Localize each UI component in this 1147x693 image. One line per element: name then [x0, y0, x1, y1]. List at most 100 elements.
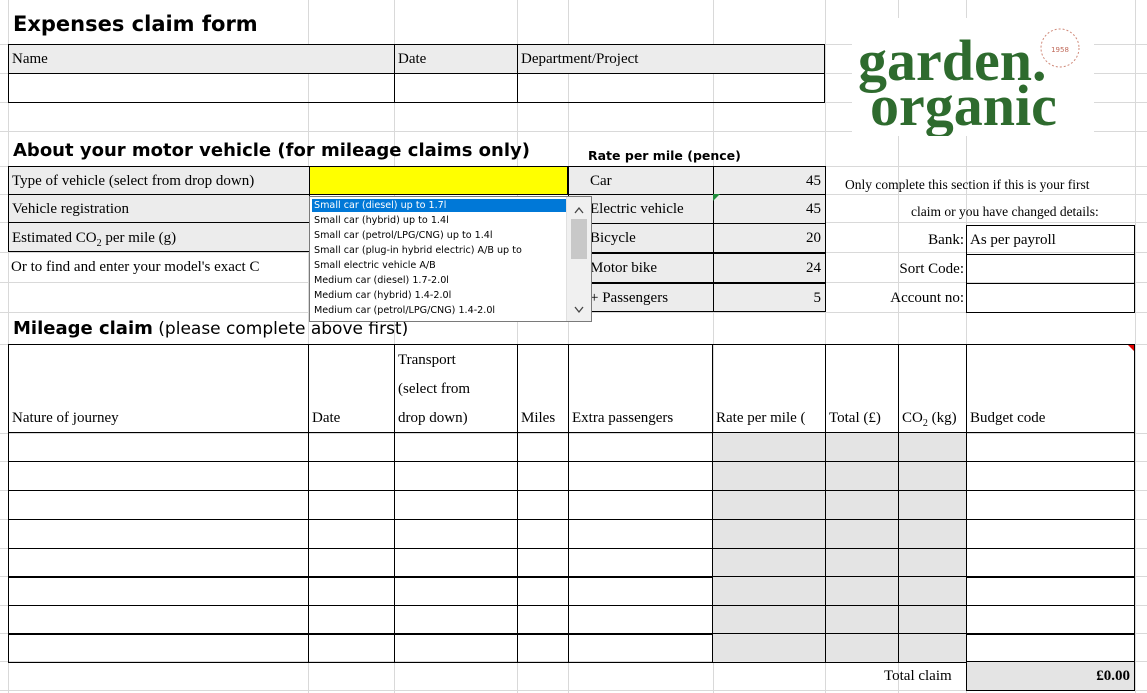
table-cell[interactable] — [394, 432, 518, 462]
table-cell[interactable] — [394, 519, 518, 549]
dropdown-option[interactable]: Small electric vehicle A/B — [312, 259, 567, 272]
table-cell[interactable] — [568, 432, 713, 462]
rate-value-cell: 24 — [713, 253, 826, 283]
table-cell[interactable] — [966, 605, 1135, 635]
table-cell[interactable] — [517, 490, 569, 520]
account-input[interactable] — [966, 283, 1135, 313]
table-cell[interactable] — [517, 461, 569, 491]
calc-cell — [712, 432, 826, 462]
calc-cell — [712, 576, 826, 606]
dropdown-scrollbar[interactable] — [566, 197, 591, 321]
table-cell[interactable] — [568, 633, 713, 663]
table-cell[interactable] — [517, 519, 569, 549]
table-cell[interactable] — [394, 605, 518, 635]
table-cell[interactable] — [308, 576, 395, 606]
table-cell[interactable] — [8, 432, 309, 462]
table-cell[interactable] — [517, 548, 569, 578]
scrollbar-thumb — [571, 219, 587, 259]
table-cell[interactable] — [966, 548, 1135, 578]
table-cell[interactable] — [966, 576, 1135, 606]
table-cell[interactable] — [568, 605, 713, 635]
sort-code-input[interactable] — [966, 254, 1135, 284]
table-cell[interactable] — [568, 576, 713, 606]
logo-graphic: garden organic . 1958 — [858, 28, 1080, 138]
col-passengers: Extra passengers — [568, 344, 713, 433]
table-cell[interactable] — [517, 432, 569, 462]
dropdown-option[interactable]: Medium car (diesel) 1.7-2.0l — [312, 274, 567, 287]
form-title: Expenses claim form — [13, 12, 258, 36]
table-cell[interactable] — [308, 548, 395, 578]
bank-field[interactable]: As per payroll — [966, 225, 1135, 255]
calc-cell — [712, 605, 826, 635]
table-cell[interactable] — [568, 490, 713, 520]
table-cell[interactable] — [308, 605, 395, 635]
rate-label: Bicycle — [590, 230, 636, 246]
name-input[interactable] — [8, 73, 395, 103]
rate-value: 20 — [806, 230, 821, 246]
calc-cell — [898, 461, 967, 491]
table-cell[interactable] — [8, 576, 309, 606]
table-cell[interactable] — [8, 461, 309, 491]
table-cell[interactable] — [308, 633, 395, 663]
table-cell[interactable] — [8, 548, 309, 578]
table-cell[interactable] — [8, 490, 309, 520]
department-label-cell: Department/Project — [517, 44, 825, 74]
table-cell[interactable] — [966, 633, 1135, 663]
table-cell[interactable] — [517, 605, 569, 635]
dropdown-option[interactable]: Small car (hybrid) up to 1.4l — [312, 214, 567, 227]
dropdown-option[interactable]: Small car (diesel) up to 1.7l — [312, 199, 567, 212]
bank-note-line1: Only complete this section if this is yo… — [845, 177, 1090, 192]
date-input[interactable] — [394, 73, 518, 103]
dropdown-option[interactable]: Medium car (petrol/LPG/CNG) 1.4-2.0l — [312, 304, 567, 317]
logo-stamp-year: 1958 — [1051, 46, 1069, 54]
calc-cell — [712, 490, 826, 520]
table-cell[interactable] — [394, 633, 518, 663]
table-cell[interactable] — [568, 519, 713, 549]
calc-cell — [712, 548, 826, 578]
table-cell[interactable] — [568, 461, 713, 491]
mileage-heading-note: (please complete above first) — [152, 319, 409, 339]
logo-word-organic: organic — [870, 73, 1057, 136]
dropdown-option[interactable]: Small car (petrol/LPG/CNG) up to 1.4l — [312, 229, 567, 242]
dropdown-option[interactable]: Small car (plug-in hybrid electric) A/B … — [312, 244, 567, 257]
dropdown-option[interactable]: Medium car (hybrid) 1.4-2.0l — [312, 289, 567, 302]
vehicle-type-dropdown-list[interactable]: Small car (diesel) up to 1.7l Small car (… — [309, 196, 592, 322]
table-cell[interactable] — [8, 633, 309, 663]
rate-value-cell: 20 — [713, 223, 826, 253]
vehicle-type-label-cell: Type of vehicle (select from drop down) — [8, 166, 310, 195]
table-cell[interactable] — [308, 432, 395, 462]
table-cell[interactable] — [966, 519, 1135, 549]
calc-cell — [898, 633, 967, 663]
table-cell[interactable] — [308, 490, 395, 520]
department-input[interactable] — [517, 73, 825, 103]
table-cell[interactable] — [394, 490, 518, 520]
registration-label: Vehicle registration — [12, 201, 130, 217]
rate-label: Car — [590, 173, 612, 189]
table-cell[interactable] — [517, 576, 569, 606]
table-cell[interactable] — [517, 633, 569, 663]
bank-value: As per payroll — [970, 232, 1056, 248]
table-cell[interactable] — [394, 548, 518, 578]
col-co2: CO2 (kg) — [898, 344, 967, 433]
table-cell[interactable] — [308, 461, 395, 491]
table-cell[interactable] — [8, 605, 309, 635]
vehicle-type-select[interactable] — [309, 166, 568, 195]
table-cell[interactable] — [308, 519, 395, 549]
table-cell[interactable] — [8, 519, 309, 549]
calc-cell — [898, 605, 967, 635]
calc-cell — [712, 519, 826, 549]
table-cell[interactable] — [394, 461, 518, 491]
total-claim-value: £0.00 — [1096, 668, 1130, 684]
calc-cell — [825, 519, 899, 549]
table-cell[interactable] — [568, 548, 713, 578]
name-label: Name — [12, 51, 48, 67]
table-cell[interactable] — [966, 461, 1135, 491]
table-cell[interactable] — [966, 490, 1135, 520]
logo-dot: . — [1032, 28, 1047, 93]
table-cell[interactable] — [966, 432, 1135, 462]
rate-value-cell: 45 — [713, 166, 826, 196]
rate-label-cell: Car — [568, 166, 714, 196]
table-cell[interactable] — [394, 576, 518, 606]
rate-value-cell: 45 — [713, 194, 826, 224]
bank-label: Bank: — [928, 232, 964, 248]
